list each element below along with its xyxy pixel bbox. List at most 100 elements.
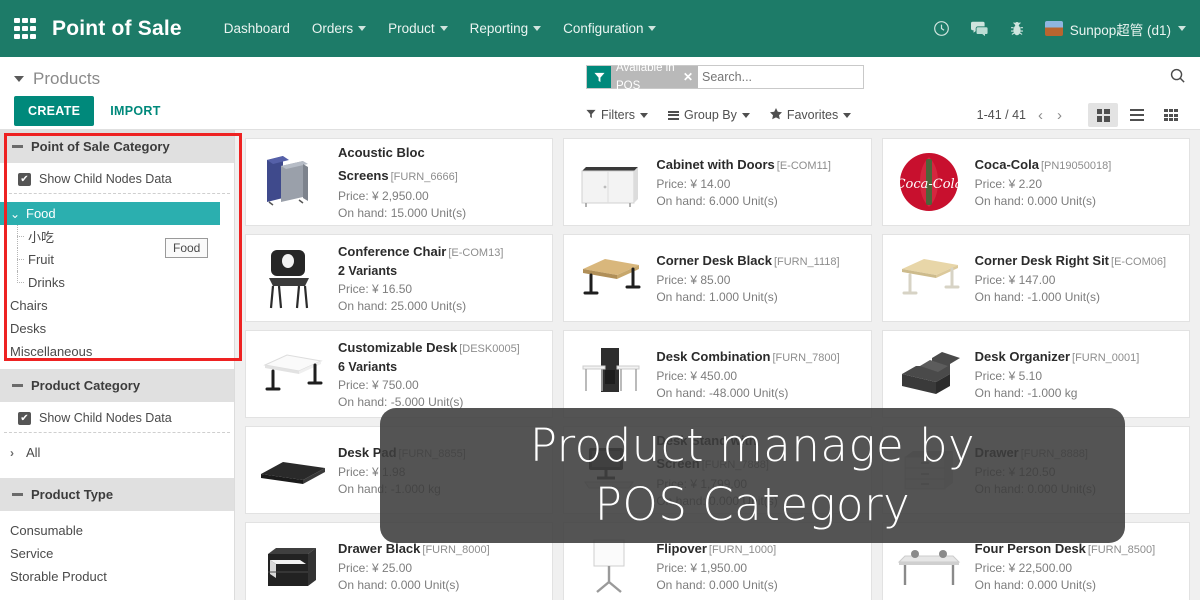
product-thumbnail: [256, 340, 328, 408]
menu-configuration[interactable]: Configuration: [563, 21, 656, 36]
tree-node-chairs[interactable]: Chairs: [0, 294, 234, 317]
apps-grid-icon[interactable]: [14, 18, 36, 40]
product-card[interactable]: Conference Chair[E-COM13] 2 Variants Pri…: [245, 234, 553, 322]
avatar: [1045, 21, 1063, 36]
view-switcher: [1088, 103, 1186, 127]
groupby-dropdown[interactable]: Group By: [668, 108, 750, 122]
product-onhand: On hand: 25.000 Unit(s): [338, 298, 542, 315]
sidebar-section-product-category[interactable]: Product Category: [0, 369, 234, 402]
clock-icon[interactable]: [933, 20, 950, 37]
tree-node-chairs-label: Chairs: [10, 298, 48, 313]
product-price: Price: ¥ 2,950.00: [338, 188, 542, 205]
kanban-icon: [1097, 109, 1110, 122]
product-info: Coca-Cola[PN19050018] Price: ¥ 2.20 On h…: [975, 154, 1179, 211]
product-type-consumable[interactable]: Consumable: [0, 519, 234, 542]
chevron-down-icon[interactable]: [14, 76, 24, 82]
kanban-view-button[interactable]: [1088, 103, 1118, 127]
tree-node-snacks-label: 小吃: [28, 227, 54, 246]
product-thumbnail: [574, 340, 646, 408]
checkbox-icon[interactable]: ✔: [18, 412, 31, 425]
checkbox-icon[interactable]: ✔: [18, 173, 31, 186]
search-area: Available in POS ✕ Filters Gro: [586, 65, 1186, 127]
grid-view-button[interactable]: [1156, 103, 1186, 127]
product-type-service[interactable]: Service: [0, 542, 234, 565]
menu-reporting[interactable]: Reporting: [470, 21, 542, 36]
import-button[interactable]: IMPORT: [102, 96, 168, 126]
chevron-down-icon: [742, 113, 750, 118]
product-name: Desk Organizer: [975, 349, 1070, 364]
search-bar[interactable]: Available in POS ✕: [586, 65, 864, 89]
groupby-label: Group By: [684, 108, 737, 122]
product-card[interactable]: Cabinet with Doors[E-COM11] Price: ¥ 14.…: [563, 138, 871, 226]
product-type-storable-label: Storable Product: [10, 569, 107, 584]
tree-node-miscellaneous[interactable]: Miscellaneous: [0, 340, 234, 363]
favorites-dropdown[interactable]: Favorites: [770, 108, 851, 123]
product-onhand: On hand: -48.000 Unit(s): [656, 385, 860, 402]
menu-orders[interactable]: Orders: [312, 21, 366, 36]
food-tooltip: Food: [165, 238, 208, 258]
prodcat-show-child-nodes-row[interactable]: ✔ Show Child Nodes Data: [4, 402, 230, 433]
pager-previous-button[interactable]: ‹: [1036, 107, 1045, 124]
product-code: [E-COM11]: [777, 160, 831, 172]
chevron-down-icon[interactable]: ⌄: [10, 207, 26, 221]
product-info: Flipover[FURN_1000] Price: ¥ 1,950.00 On…: [656, 538, 860, 595]
search-facet-available-in-pos[interactable]: Available in POS ✕: [611, 66, 698, 88]
product-card[interactable]: Desk Organizer[FURN_0001] Price: ¥ 5.10 …: [882, 330, 1190, 418]
product-code: [FURN_8000]: [422, 544, 489, 556]
product-code: [E-COM13]: [448, 247, 503, 259]
product-thumbnail: [574, 148, 646, 216]
product-type-title: Product Type: [31, 487, 113, 502]
product-card[interactable]: Corner Desk Right Sit[E-COM06] Price: ¥ …: [882, 234, 1190, 322]
product-card[interactable]: Customizable Desk[DESK0005] 6 Variants P…: [245, 330, 553, 418]
pos-products-app: Point of Sale Dashboard Orders Product R…: [0, 0, 1200, 600]
pager-next-button[interactable]: ›: [1055, 107, 1064, 124]
tree-node-desks-label: Desks: [10, 321, 46, 336]
pos-show-child-nodes-row[interactable]: ✔ Show Child Nodes Data: [4, 163, 230, 194]
tree-node-desks[interactable]: Desks: [0, 317, 234, 340]
sidebar-section-pos-category[interactable]: Point of Sale Category: [0, 130, 234, 163]
product-info: Customizable Desk[DESK0005] 6 Variants P…: [338, 337, 542, 412]
chat-icon[interactable]: [970, 20, 989, 37]
chevron-right-icon[interactable]: ›: [10, 446, 26, 460]
tree-node-fruit-label: Fruit: [28, 252, 54, 267]
product-card[interactable]: Desk Combination[FURN_7800] Price: ¥ 450…: [563, 330, 871, 418]
bug-icon[interactable]: [1009, 20, 1025, 37]
product-card[interactable]: Coca-Cola Coca-Cola[PN19050018] Price: ¥…: [882, 138, 1190, 226]
product-name: Conference Chair: [338, 244, 446, 259]
product-onhand: On hand: -1.000 Unit(s): [975, 289, 1179, 306]
product-info: Drawer Black[FURN_8000] Price: ¥ 25.00 O…: [338, 538, 542, 595]
product-onhand: On hand: 0.000 Unit(s): [975, 193, 1179, 210]
create-button[interactable]: CREATE: [14, 96, 94, 126]
product-info: Desk Organizer[FURN_0001] Price: ¥ 5.10 …: [975, 346, 1179, 403]
user-menu[interactable]: Sunpop超管 (d1): [1045, 19, 1186, 39]
pager-range[interactable]: 1-41 / 41: [977, 108, 1026, 122]
app-brand-title[interactable]: Point of Sale: [52, 17, 182, 41]
product-price: Price: ¥ 147.00: [975, 272, 1179, 289]
list-icon: [668, 111, 679, 120]
menu-configuration-label: Configuration: [563, 21, 643, 36]
product-info: Four Person Desk[FURN_8500] Price: ¥ 22,…: [975, 538, 1179, 595]
sidebar-section-product-type[interactable]: Product Type: [0, 478, 234, 511]
product-info: Desk Combination[FURN_7800] Price: ¥ 450…: [656, 346, 860, 403]
tree-node-drinks[interactable]: Drinks: [0, 271, 234, 294]
product-info: Cabinet with Doors[E-COM11] Price: ¥ 14.…: [656, 154, 860, 211]
product-card[interactable]: Acoustic Bloc Screens[FURN_6666] Price: …: [245, 138, 553, 226]
product-price: Price: ¥ 22,500.00: [975, 560, 1179, 577]
menu-dashboard[interactable]: Dashboard: [224, 21, 290, 36]
tree-node-food[interactable]: ⌄ Food: [0, 202, 220, 225]
search-input[interactable]: [698, 66, 863, 88]
prodcat-show-child-nodes-label: Show Child Nodes Data: [39, 411, 172, 425]
tree-node-all[interactable]: › All: [0, 441, 234, 464]
search-icon[interactable]: [1169, 67, 1186, 89]
product-thumbnail: [256, 148, 328, 216]
product-price: Price: ¥ 16.50: [338, 281, 542, 298]
filters-dropdown[interactable]: Filters: [586, 108, 648, 122]
product-onhand: On hand: 0.000 Unit(s): [656, 577, 860, 594]
close-icon[interactable]: ✕: [683, 68, 693, 86]
list-view-button[interactable]: [1122, 103, 1152, 127]
product-price: Price: ¥ 14.00: [656, 176, 860, 193]
product-type-storable[interactable]: Storable Product: [0, 565, 234, 588]
menu-product[interactable]: Product: [388, 21, 448, 36]
chevron-down-icon: [358, 26, 366, 31]
product-card[interactable]: Corner Desk Black[FURN_1118] Price: ¥ 85…: [563, 234, 871, 322]
